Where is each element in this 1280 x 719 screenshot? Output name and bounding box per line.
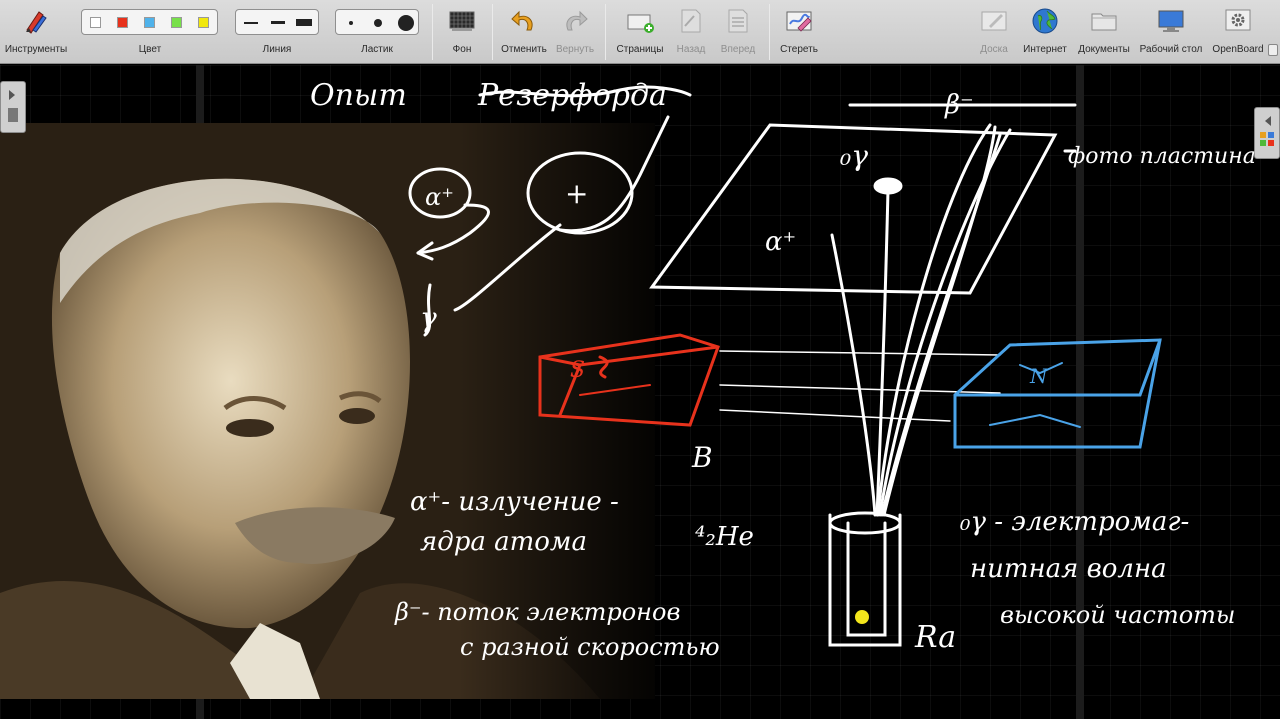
line-medium-option[interactable] [271, 21, 285, 24]
circle-alpha-label: α⁺ [425, 183, 454, 211]
desktop-group[interactable]: Рабочий стол [1136, 0, 1206, 64]
eraser-large-option[interactable] [398, 15, 414, 31]
color-label: Цвет [138, 44, 162, 55]
clear-group[interactable]: Стереть [774, 0, 824, 64]
gear-icon[interactable] [1223, 6, 1253, 36]
north-magnet [953, 338, 1162, 449]
desktop-label: Рабочий стол [1139, 44, 1203, 55]
line-label: Линия [262, 44, 292, 55]
undo-group[interactable]: Отменить [498, 0, 550, 64]
redo-label: Вернуть [555, 44, 595, 55]
gamma-path [453, 223, 562, 312]
tools-label: Инструменты [4, 44, 68, 55]
photo-plate-label: фото пластина [1068, 144, 1256, 169]
eraser-small-option[interactable] [349, 21, 353, 25]
gamma-note-line2: нитная волна [970, 554, 1167, 584]
color-swatch-yellow[interactable] [198, 17, 209, 28]
gamma-note-line1: ₀γ - электромаг- [959, 507, 1189, 537]
radium-sample-dot [855, 610, 869, 624]
color-swatch-white[interactable] [90, 17, 101, 28]
background-label: Фон [452, 44, 472, 55]
documents-group[interactable]: Документы [1074, 0, 1134, 64]
internet-group[interactable]: Интернет [1018, 0, 1072, 64]
background-group[interactable]: Фон [440, 0, 484, 64]
whiteboard-canvas[interactable]: Опыт Резерфорда α⁺ + γ β⁻ ₀γ α⁺ фото пла… [0, 65, 1280, 719]
page-forward-icon[interactable] [723, 6, 753, 36]
toolbar-divider [605, 4, 606, 60]
color-palette [81, 9, 218, 35]
redo-group[interactable]: Вернуть [552, 0, 598, 64]
redo-icon[interactable] [560, 6, 590, 36]
south-magnet [538, 333, 720, 427]
eraser-group: Ластик [334, 0, 420, 64]
line-width-selector [235, 9, 319, 35]
toolbar-divider [432, 4, 433, 60]
toolbar-overflow-button[interactable] [1268, 44, 1278, 56]
back-group[interactable]: Назад [670, 0, 712, 64]
beta-note-line2: с разной скоростью [460, 633, 720, 661]
magnet-south-label: S [570, 358, 585, 383]
color-swatch-green[interactable] [171, 17, 182, 28]
title-rutherford: Резерфорда [477, 78, 667, 113]
eraser-medium-option[interactable] [374, 19, 382, 27]
background-grid-icon[interactable] [447, 6, 477, 36]
alpha-ray [830, 233, 877, 517]
openboard-group[interactable]: OpenBoard [1208, 0, 1268, 64]
board-mode-group[interactable]: Доска [974, 0, 1014, 64]
tools-group[interactable]: Инструменты [0, 0, 72, 64]
line-thin-option[interactable] [244, 22, 258, 24]
openboard-label: OpenBoard [1212, 44, 1264, 55]
color-swatch-red[interactable] [117, 17, 128, 28]
eraser-size-selector [335, 9, 419, 35]
alpha-symbol-label: α⁺ [765, 227, 796, 257]
ink-layer: Опыт Резерфорда α⁺ + γ β⁻ ₀γ α⁺ фото пла… [310, 78, 1256, 661]
alpha-note-line2: ядра атома [420, 527, 587, 557]
pages-group[interactable]: Страницы [612, 0, 668, 64]
circle-plus-label: + [565, 177, 588, 210]
toolbar-divider [492, 4, 493, 60]
color-swatch-blue[interactable] [144, 17, 155, 28]
documents-label: Документы [1078, 44, 1130, 55]
pages-label: Страницы [616, 44, 664, 55]
toolbar-divider [769, 4, 770, 60]
pages-add-icon[interactable] [625, 6, 655, 36]
magnetic-field-label: B [691, 441, 713, 474]
deflection-path [558, 115, 670, 233]
toolbar: Инструменты Цвет Линия Ластик Фон Отмени… [0, 0, 1280, 64]
radium-label: Ra [914, 620, 956, 655]
folder-icon[interactable] [1089, 6, 1119, 36]
gamma-note-line3: высокой частоты [1000, 601, 1235, 629]
pen-tools-icon[interactable] [21, 6, 51, 36]
board-icon[interactable] [979, 6, 1009, 36]
undo-icon[interactable] [509, 6, 539, 36]
page-back-icon[interactable] [676, 6, 706, 36]
line-thick-option[interactable] [296, 19, 312, 26]
forward-group[interactable]: Вперед [714, 0, 762, 64]
clear-page-icon[interactable] [784, 6, 814, 36]
globe-icon[interactable] [1030, 6, 1060, 36]
beta-note-line1: β⁻- поток электронов [394, 598, 680, 626]
line-group: Линия [234, 0, 320, 64]
gamma-symbol-label: ₀γ [839, 139, 868, 172]
magnet-north-label: N [1029, 364, 1049, 388]
gamma-small-label: γ [420, 301, 437, 334]
color-group: Цвет [80, 0, 220, 64]
board-label: Доска [980, 44, 1008, 55]
back-label: Назад [676, 44, 706, 55]
monitor-icon[interactable] [1156, 6, 1186, 36]
alpha-note-line1: α⁺- излучение - [410, 487, 619, 517]
undo-label: Отменить [501, 44, 547, 55]
forward-label: Вперед [720, 44, 756, 55]
beta-symbol-label: β⁻ [944, 90, 974, 120]
eraser-label: Ластик [361, 44, 393, 55]
title-experiment: Опыт [310, 78, 407, 113]
helium-notation: ⁴₂He [695, 522, 754, 552]
clear-label: Стереть [780, 44, 818, 55]
internet-label: Интернет [1023, 44, 1067, 55]
